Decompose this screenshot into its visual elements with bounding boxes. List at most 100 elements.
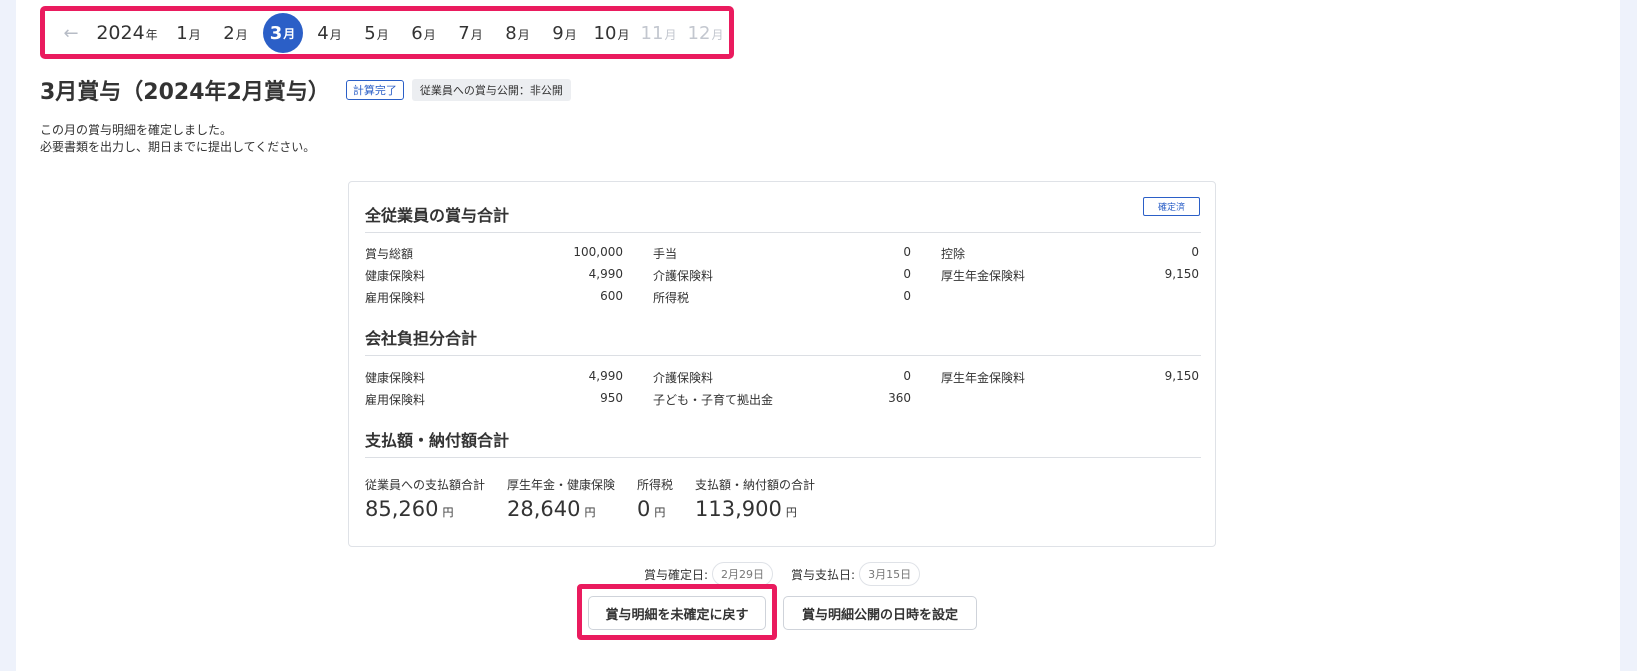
employee-section-title: 全従業員の賞与合計 [365, 206, 510, 225]
month-unit: 月 [329, 27, 342, 42]
item-label: 介護保険料 [653, 371, 714, 385]
public-status-badge: 従業員への賞与公開：非公開 [411, 79, 571, 101]
item-value: 4,990 [588, 369, 623, 383]
month-number: 10 [593, 22, 617, 44]
month-tab-4[interactable]: 4月 [306, 13, 353, 53]
summary-item: 厚生年金保険料 9,150 [941, 369, 1199, 386]
summary-row: 健康保険料 4,990 介護保険料 0 厚生年金保険料 9,150 [365, 369, 1201, 389]
item-value: 0 [1191, 245, 1199, 259]
month-tab-7[interactable]: 7月 [447, 13, 494, 53]
month-unit: 月 [283, 26, 296, 41]
month-unit: 月 [423, 27, 436, 42]
summary-item: 所得税 0 [653, 289, 911, 306]
divider [365, 457, 1201, 458]
summary-item: 手当 0 [653, 245, 911, 262]
month-unit: 月 [517, 27, 530, 42]
description-line: 必要書類を出力し、期日までに提出してください。 [40, 140, 316, 154]
total-item: 所得税 0 円 [637, 476, 673, 521]
confirm-date-label: 賞与確定日: [644, 567, 709, 582]
pay-date-value: 3月15日 [859, 562, 921, 586]
month-tab-5[interactable]: 5月 [353, 13, 400, 53]
total-amount: 0 [637, 497, 651, 521]
item-label: 健康保険料 [365, 371, 426, 385]
year-label: 2024年 [96, 22, 158, 44]
item-label: 厚生年金保険料 [941, 371, 1026, 385]
month-unit: 月 [664, 27, 677, 42]
payment-totals: 従業員への支払額合計 85,260 円厚生年金・健康保険 28,640 円所得税 0 円支払… [365, 476, 837, 521]
total-amount: 113,900 [695, 497, 782, 521]
month-unit: 月 [711, 27, 724, 42]
total-amount: 85,260 [365, 497, 439, 521]
summary-card: 確定済 全従業員の賞与合計 会社負担分合計 支払額・納付額合計 従業員への支払額… [348, 181, 1216, 547]
summary-item: 介護保険料 0 [653, 267, 911, 284]
month-tab-1[interactable]: 1月 [165, 13, 212, 53]
summary-item: 健康保険料 4,990 [365, 267, 623, 284]
total-value: 113,900 円 [695, 497, 815, 521]
summary-item: 子ども・子育て拠出金 360 [653, 391, 911, 408]
date-info: 賞与確定日: 2月29日 賞与支払日: 3月15日 [644, 562, 921, 586]
pay-date-label: 賞与支払日: [791, 567, 856, 582]
summary-item: 賞与総額 100,000 [365, 245, 623, 262]
summary-item: 健康保険料 4,990 [365, 369, 623, 386]
set-publish-schedule-button[interactable]: 賞与明細公開の日時を設定 [783, 596, 977, 630]
item-label: 厚生年金保険料 [941, 269, 1026, 283]
summary-row: 賞与総額 100,000 手当 0 控除 0 [365, 245, 1201, 265]
month-number: 12 [687, 22, 711, 44]
month-unit: 月 [470, 27, 483, 42]
item-value: 0 [903, 245, 911, 259]
month-tab-6[interactable]: 6月 [400, 13, 447, 53]
item-value: 360 [888, 391, 911, 405]
summary-row: 雇用保険料 600 所得税 0 [365, 289, 1201, 309]
yen-unit: 円 [785, 506, 797, 519]
item-label: 所得税 [653, 291, 690, 305]
total-value: 28,640 円 [507, 497, 615, 521]
revert-to-unconfirmed-button[interactable]: 賞与明細を未確定に戻す [588, 596, 766, 630]
arrow-left-icon[interactable]: ← [53, 23, 89, 44]
item-value: 9,150 [1164, 267, 1199, 281]
item-value: 100,000 [573, 245, 623, 259]
confirm-date-value: 2月29日 [712, 562, 774, 586]
item-value: 0 [903, 289, 911, 303]
item-label: 健康保険料 [365, 269, 426, 283]
summary-item: 雇用保険料 600 [365, 289, 623, 306]
total-label: 従業員への支払額合計 [365, 478, 486, 492]
month-number: 5 [364, 22, 376, 44]
item-label: 介護保険料 [653, 269, 714, 283]
month-number: 7 [458, 22, 470, 44]
summary-item: 介護保険料 0 [653, 369, 911, 386]
item-value: 0 [903, 267, 911, 281]
item-value: 4,990 [588, 267, 623, 281]
total-item: 支払額・納付額の合計 113,900 円 [695, 476, 815, 521]
description-line: この月の賞与明細を確定しました。 [40, 123, 233, 137]
month-unit: 月 [564, 27, 577, 42]
item-label: 手当 [653, 247, 678, 261]
month-number: 9 [552, 22, 564, 44]
month-number: 3 [269, 22, 283, 44]
month-tab-3[interactable]: 3月 [259, 13, 306, 53]
summary-row: 健康保険料 4,990 介護保険料 0 厚生年金保険料 9,150 [365, 267, 1201, 287]
divider [365, 355, 1201, 356]
month-tab-11: 11月 [635, 13, 682, 53]
month-tab-10[interactable]: 10月 [588, 13, 635, 53]
item-label: 子ども・子育て拠出金 [653, 393, 774, 407]
total-value: 85,260 円 [365, 497, 485, 521]
month-tab-8[interactable]: 8月 [494, 13, 541, 53]
yen-unit: 円 [442, 506, 454, 519]
total-value: 0円 [637, 497, 673, 521]
month-number: 1 [176, 22, 188, 44]
month-tab-9[interactable]: 9月 [541, 13, 588, 53]
payment-section-title: 支払額・納付額合計 [365, 431, 510, 450]
item-value: 9,150 [1164, 369, 1199, 383]
summary-item: 厚生年金保険料 9,150 [941, 267, 1199, 284]
total-amount: 28,640 [507, 497, 581, 521]
month-number: 8 [505, 22, 517, 44]
month-unit: 月 [188, 27, 201, 42]
month-tab-2[interactable]: 2月 [212, 13, 259, 53]
item-label: 雇用保険料 [365, 393, 426, 407]
yen-unit: 円 [654, 506, 666, 519]
yen-unit: 円 [584, 506, 596, 519]
month-number: 11 [640, 22, 664, 44]
page-title: 3月賞与（2024年2月賞与） [40, 80, 330, 105]
item-label: 賞与総額 [365, 247, 414, 261]
confirmed-tag: 確定済 [1142, 197, 1200, 216]
